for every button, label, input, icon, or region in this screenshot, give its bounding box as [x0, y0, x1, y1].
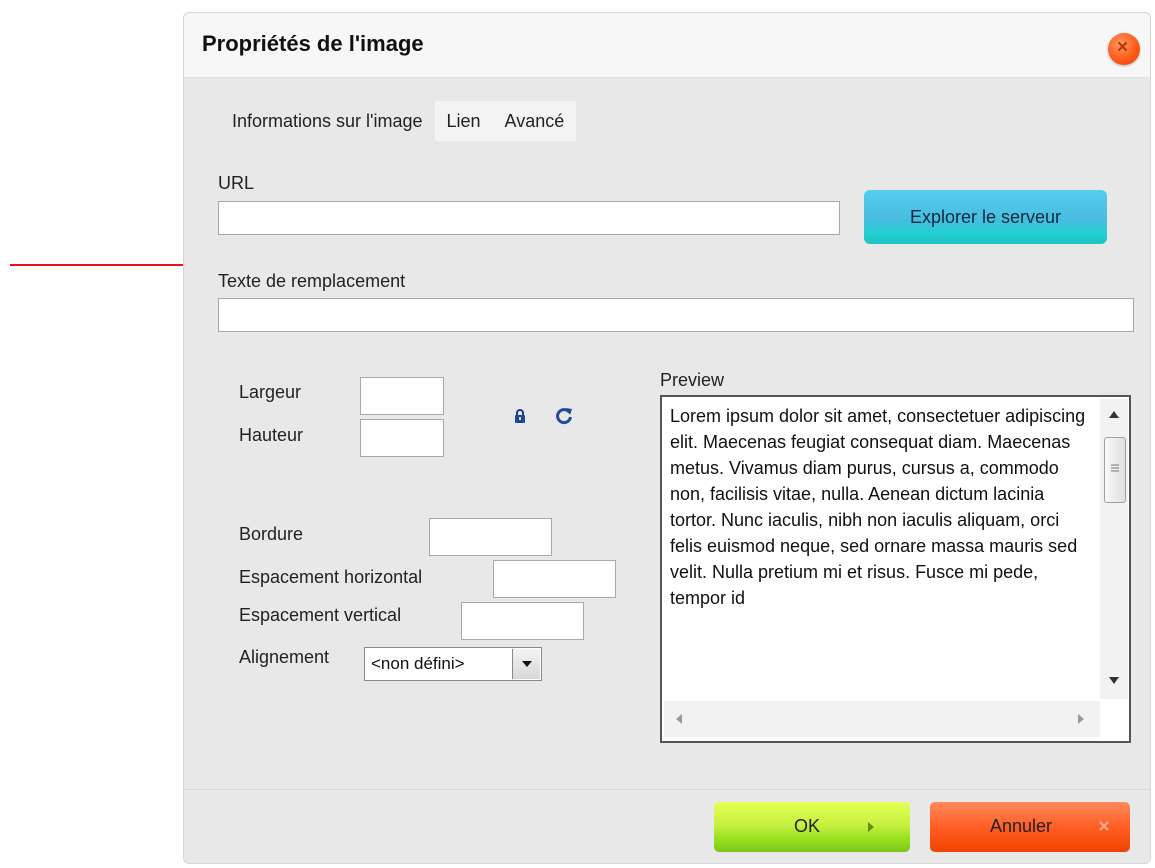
- url-input[interactable]: [218, 201, 840, 235]
- browse-server-button[interactable]: Explorer le serveur: [864, 190, 1107, 244]
- image-properties-dialog: Propriétés de l'image × Informations sur…: [183, 12, 1151, 864]
- ok-button[interactable]: OK: [714, 802, 910, 852]
- border-input[interactable]: [429, 518, 552, 556]
- dialog-footer: OK Annuler: [184, 789, 1150, 863]
- chevron-down-icon[interactable]: [512, 649, 540, 679]
- alignment-select[interactable]: <non défini>: [364, 647, 542, 681]
- vspace-label: Espacement vertical: [239, 605, 402, 625]
- cancel-button-label: Annuler: [990, 816, 1053, 836]
- dialog-tabs: Informations sur l'image Lien Avancé: [214, 101, 577, 141]
- tab-link[interactable]: Lien: [434, 101, 493, 141]
- annotation-arrow: [10, 258, 210, 272]
- preview-label: Preview: [660, 370, 725, 390]
- preview-text: Lorem ipsum dolor sit amet, consectetuer…: [670, 406, 1086, 608]
- reset-size-icon[interactable]: [554, 406, 574, 426]
- close-x-icon: [1099, 821, 1109, 831]
- width-label: Largeur: [239, 382, 302, 402]
- close-icon[interactable]: ×: [1108, 33, 1140, 65]
- hspace-label: Espacement horizontal: [239, 567, 423, 587]
- hspace-input[interactable]: [493, 560, 616, 598]
- height-input[interactable]: [360, 419, 444, 457]
- lock-icon[interactable]: [514, 409, 526, 423]
- cancel-button[interactable]: Annuler: [930, 802, 1130, 852]
- scroll-grip-icon: [1111, 464, 1119, 472]
- tab-image-info[interactable]: Informations sur l'image: [214, 101, 435, 141]
- ok-button-label: OK: [794, 816, 821, 836]
- preview-horizontal-scrollbar[interactable]: [664, 701, 1100, 737]
- vspace-input[interactable]: [461, 602, 584, 640]
- tab-advanced[interactable]: Avancé: [492, 101, 577, 141]
- alt-text-input[interactable]: [218, 298, 1134, 332]
- width-input[interactable]: [360, 377, 444, 415]
- alignment-select-value: <non défini>: [371, 654, 465, 673]
- alt-text-label: Texte de remplacement: [218, 271, 406, 291]
- preview-vertical-scrollbar[interactable]: [1100, 399, 1128, 699]
- preview-box: Lorem ipsum dolor sit amet, consectetuer…: [660, 395, 1131, 743]
- scroll-up-arrow-icon[interactable]: [1109, 411, 1119, 418]
- border-label: Bordure: [239, 524, 304, 544]
- play-arrow-icon: [868, 822, 874, 832]
- height-label: Hauteur: [239, 425, 304, 445]
- dialog-header: Propriétés de l'image ×: [184, 13, 1150, 78]
- scroll-right-arrow-icon[interactable]: [1078, 714, 1084, 724]
- alignment-label: Alignement: [239, 647, 330, 667]
- scroll-left-arrow-icon[interactable]: [676, 714, 682, 724]
- scroll-down-arrow-icon[interactable]: [1109, 677, 1119, 684]
- preview-scroll-thumb[interactable]: [1104, 437, 1126, 503]
- url-label: URL: [218, 173, 255, 193]
- dialog-title: Propriétés de l'image: [202, 31, 424, 56]
